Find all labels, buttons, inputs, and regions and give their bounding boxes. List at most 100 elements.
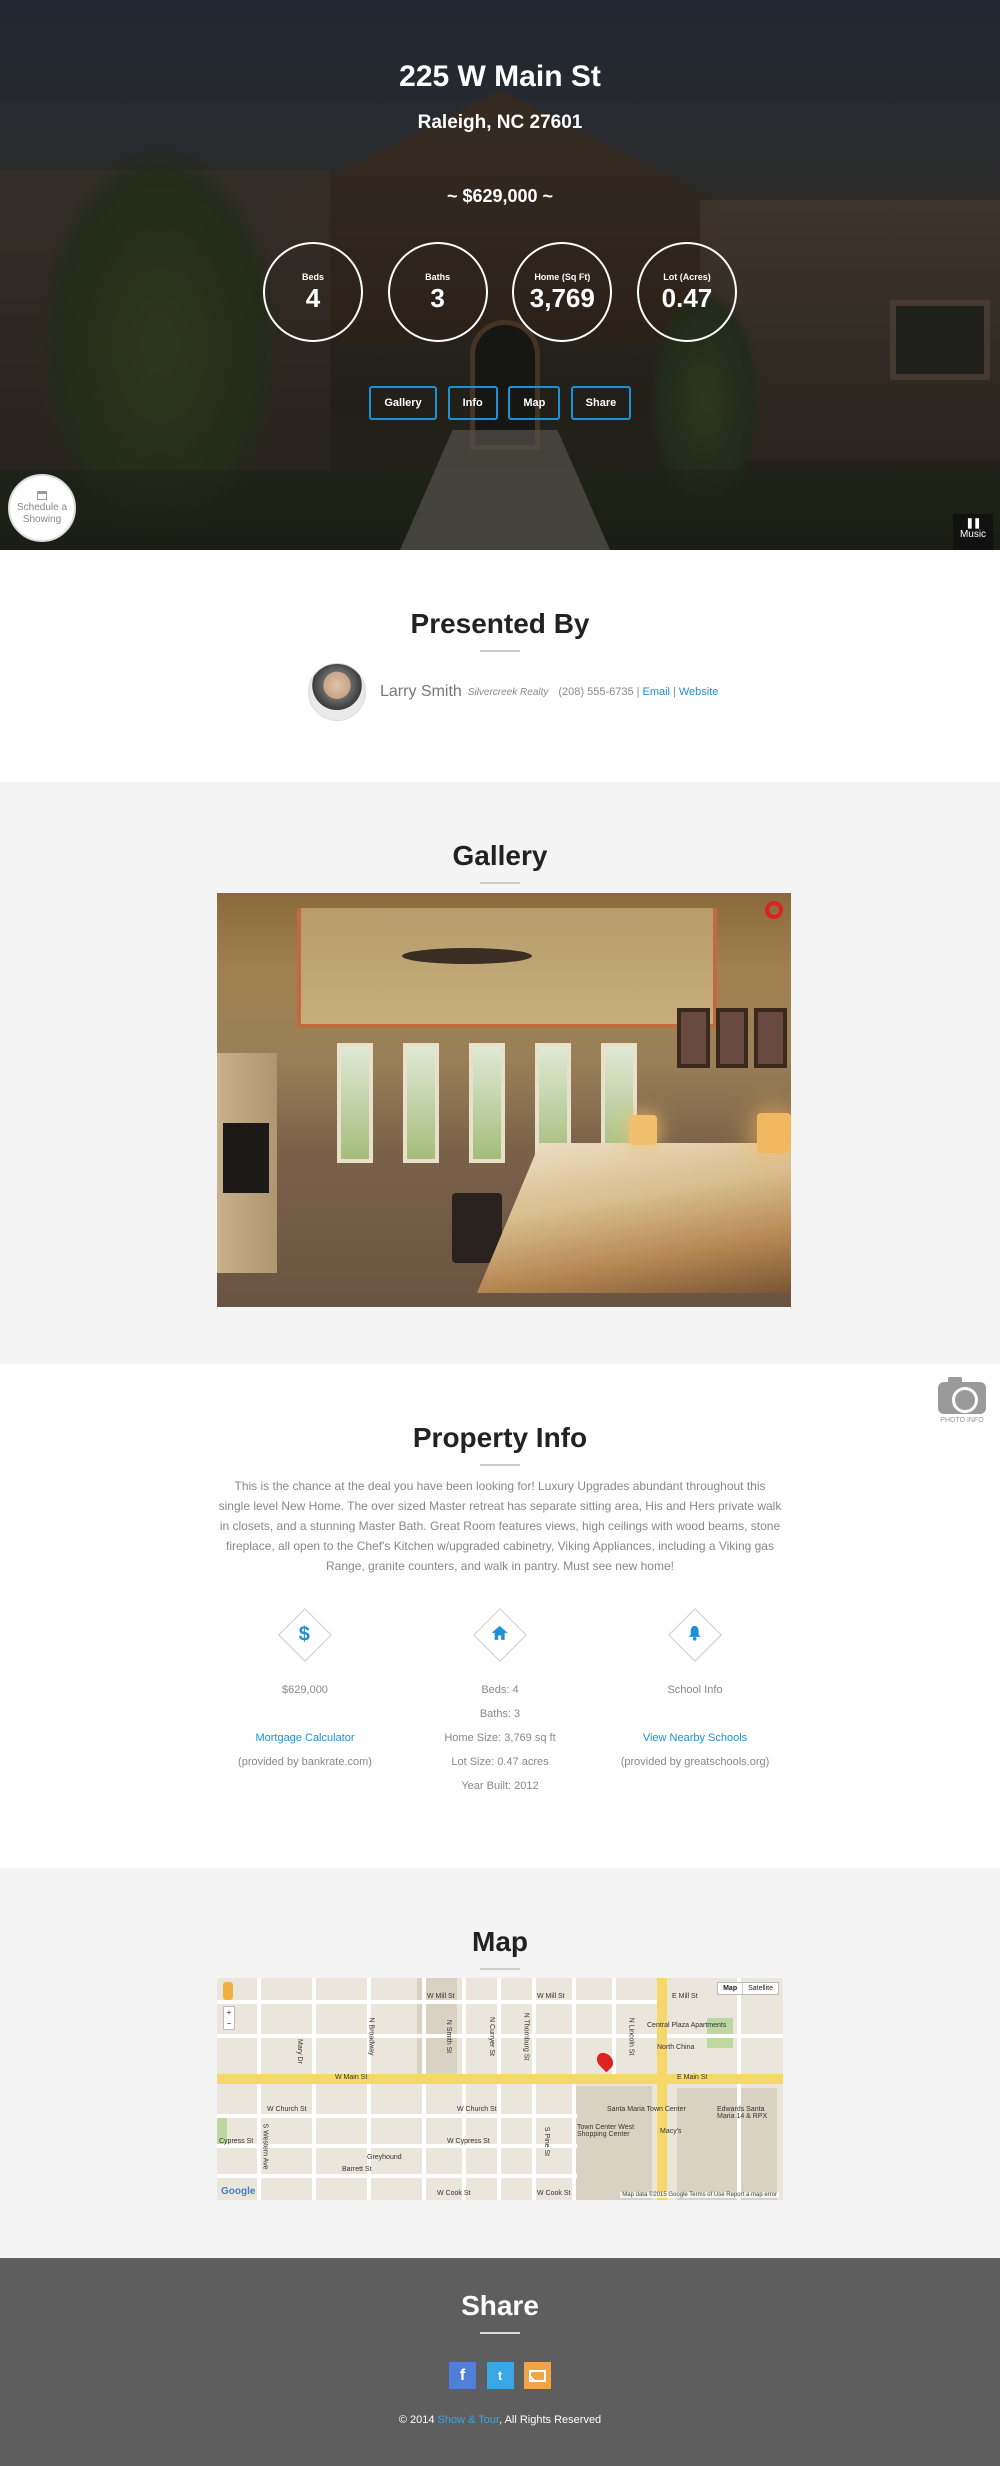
stat-label: Home (Sq Ft)	[534, 272, 591, 282]
schedule-label-line2: Showing	[22, 513, 62, 525]
price-column: $ $629,000 Mortgage Calculator (provided…	[195, 1608, 415, 1774]
section-title: Presented By	[410, 608, 590, 639]
agent-card: Larry Smith Silvercreek Realty (208) 555…	[308, 660, 718, 724]
photo-lamp	[629, 1115, 657, 1145]
title-divider	[480, 1968, 520, 1970]
photo-lamp	[757, 1113, 791, 1153]
agent-name: Larry Smith	[380, 683, 462, 700]
map-terms[interactable]: Map data ©2015 Google Terms of Use Repor…	[620, 2192, 779, 2198]
section-title: Map	[472, 1926, 528, 1957]
presented-by-section: Presented By Larry Smith Silvercreek Rea…	[0, 550, 1000, 782]
nearby-schools-link[interactable]: View Nearby Schools	[585, 1726, 805, 1750]
separator: |	[673, 686, 676, 698]
copyright: © 2014 Show & Tour, All Rights Reserved	[398, 2414, 602, 2426]
property-stats: Beds 4 Baths 3 Home (Sq Ft) 3,769 Lot (A…	[263, 242, 737, 342]
schedule-showing-button[interactable]: Schedule a Showing	[8, 474, 76, 542]
photo-info-button[interactable]: PHOTO INFO	[934, 1377, 990, 1424]
stat-beds: Beds 4	[263, 242, 363, 342]
pause-icon: ❚❚	[965, 518, 982, 529]
year-built-value: Year Built: 2012	[461, 1780, 539, 1792]
agent-email-link[interactable]: Email	[642, 686, 670, 698]
map-controls: + −	[223, 1982, 235, 2042]
facebook-icon[interactable]: f	[449, 2362, 476, 2389]
property-price: ~ $629,000 ~	[446, 186, 554, 206]
hero-nav: Gallery Info Map Share	[369, 386, 631, 420]
property-city: Raleigh, NC 27601	[417, 112, 583, 133]
email-icon[interactable]	[524, 2362, 551, 2389]
agent-website-link[interactable]: Website	[679, 686, 719, 698]
zoom-out-button[interactable]: −	[224, 2018, 234, 2029]
mortgage-calculator-link[interactable]: Mortgage Calculator	[195, 1726, 415, 1750]
photo-firebox	[223, 1123, 269, 1193]
section-title: Share	[461, 2290, 539, 2321]
photo-info-label: PHOTO INFO	[940, 1417, 984, 1424]
nav-gallery-button[interactable]: Gallery	[369, 386, 437, 420]
pegman-icon[interactable]	[223, 1982, 233, 2000]
hero-section: 225 W Main St Raleigh, NC 27601 ~ $629,0…	[0, 0, 1000, 550]
music-label: Music	[959, 529, 987, 540]
section-title: Property Info	[412, 1422, 588, 1453]
music-toggle-button[interactable]: ❚❚ Music	[953, 514, 993, 550]
broadway-road	[657, 1978, 667, 2200]
property-map[interactable]: W Mill St W Mill St E Mill St W Main St …	[217, 1978, 783, 2200]
nav-share-button[interactable]: Share	[570, 386, 631, 420]
home-size-value: Home Size: 3,769 sq ft	[444, 1732, 556, 1744]
zoom-controls: + −	[223, 2006, 235, 2030]
photo-frames	[677, 1008, 788, 1068]
beds-value: Beds: 4	[481, 1684, 519, 1696]
baths-value: Baths: 3	[479, 1708, 521, 1720]
calendar-icon	[37, 490, 47, 500]
map-section: Map W Mill St W Mill St E Mill St W Main…	[0, 1868, 1000, 2258]
title-divider	[480, 650, 520, 652]
share-icons: f t	[449, 2362, 551, 2389]
map-type-map-button[interactable]: Map	[718, 1983, 744, 1994]
gallery-section: Gallery	[0, 782, 1000, 1364]
bell-icon	[668, 1608, 722, 1662]
agent-company: Silvercreek Realty	[467, 686, 549, 698]
envelope-icon	[529, 2369, 546, 2382]
share-section: Share f t © 2014 Show & Tour, All Rights…	[0, 2258, 1000, 2466]
google-logo: Google	[221, 2186, 256, 2197]
stat-value: 3	[430, 283, 445, 313]
schedule-label-line1: Schedule a	[16, 501, 68, 513]
stat-home-sqft: Home (Sq Ft) 3,769	[512, 242, 613, 342]
photo-ceiling	[297, 908, 717, 1028]
stat-baths: Baths 3	[387, 242, 488, 342]
property-info-section: Property Info This is the chance at the …	[0, 1364, 1000, 1868]
stat-value: 4	[305, 283, 321, 313]
stat-label: Lot (Acres)	[663, 272, 711, 282]
camera-icon	[938, 1377, 986, 1414]
gallery-pin-icon[interactable]	[765, 901, 783, 919]
property-address: 225 W Main St	[399, 60, 601, 93]
separator: |	[636, 686, 640, 698]
stat-label: Beds	[301, 272, 324, 282]
stat-value: 0.47	[661, 283, 713, 313]
school-column: School Info View Nearby Schools (provide…	[585, 1608, 805, 1774]
title-divider	[480, 882, 520, 884]
nav-map-button[interactable]: Map	[508, 386, 561, 420]
property-description: This is the chance at the deal you have …	[218, 1479, 782, 1573]
school-info-label: School Info	[667, 1684, 723, 1696]
photo-bed	[477, 1143, 791, 1293]
stat-value: 3,769	[529, 283, 595, 313]
stat-lot-acres: Lot (Acres) 0.47	[636, 242, 737, 342]
dollar-icon: $	[278, 1608, 332, 1662]
map-type-satellite-button[interactable]: Satellite	[743, 1983, 778, 1994]
twitter-icon[interactable]: t	[486, 2362, 514, 2389]
agent-phone: (208) 555-6735	[558, 686, 634, 698]
home-icon	[473, 1608, 527, 1662]
map-type-toggle: Map Satellite	[717, 1982, 779, 1995]
lot-size-value: Lot Size: 0.47 acres	[451, 1756, 549, 1768]
home-column: Beds: 4 Baths: 3 Home Size: 3,769 sq ft …	[390, 1608, 610, 1798]
greatschools-note: (provided by greatschools.org)	[620, 1756, 770, 1768]
bankrate-note: (provided by bankrate.com)	[238, 1756, 372, 1768]
nav-info-button[interactable]: Info	[447, 386, 498, 420]
zoom-in-button[interactable]: +	[224, 2007, 234, 2018]
gallery-photo[interactable]	[217, 893, 791, 1307]
agent-avatar	[308, 663, 366, 721]
title-divider	[480, 1464, 520, 1466]
stat-label: Baths	[425, 272, 451, 282]
brand-link[interactable]: Show & Tour	[438, 2414, 500, 2426]
price-value: $629,000	[282, 1684, 328, 1696]
photo-ceiling-fan	[402, 948, 532, 964]
